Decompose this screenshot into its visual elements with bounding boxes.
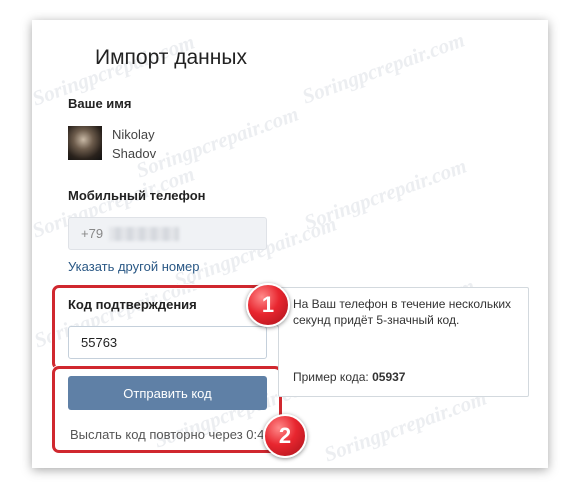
user-last-name: Shadov bbox=[112, 146, 157, 161]
tooltip-text: На Ваш телефон в течение нескольких секу… bbox=[293, 297, 512, 327]
step-badge-2: 2 bbox=[263, 414, 307, 458]
resend-timer: Выслать код повторно через 0:43 bbox=[70, 427, 272, 442]
code-tooltip: На Ваш телефон в течение нескольких секу… bbox=[271, 287, 529, 397]
example-code: 05937 bbox=[372, 370, 406, 384]
send-code-button[interactable]: Отправить код bbox=[68, 376, 267, 410]
change-number-link[interactable]: Указать другой номер bbox=[68, 259, 200, 274]
user-first-name: Nikolay bbox=[112, 127, 155, 142]
code-label: Код подтверждения bbox=[68, 297, 197, 312]
example-label: Пример кода: bbox=[293, 370, 369, 384]
name-label: Ваше имя bbox=[68, 96, 132, 111]
phone-label: Мобильный телефон bbox=[68, 188, 206, 203]
code-input[interactable] bbox=[68, 326, 267, 359]
phone-blurred-digits bbox=[109, 227, 179, 241]
tooltip-example: Пример кода: 05937 bbox=[293, 370, 405, 384]
phone-prefix: +79 bbox=[81, 226, 104, 241]
page-title: Импорт данных bbox=[95, 46, 247, 69]
phone-field: +79 bbox=[68, 217, 267, 250]
avatar bbox=[68, 126, 102, 160]
step-badge-1: 1 bbox=[246, 283, 290, 327]
